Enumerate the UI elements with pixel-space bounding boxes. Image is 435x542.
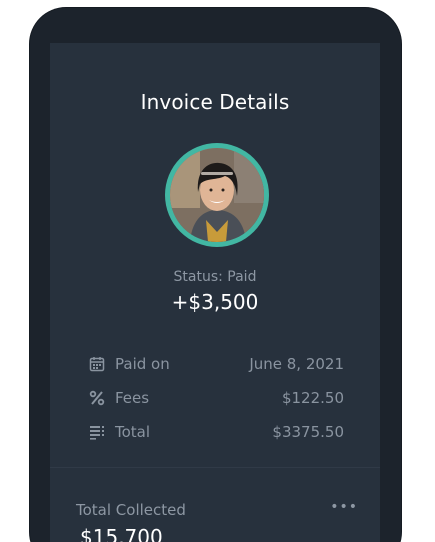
detail-row-fees: Fees $122.50 — [88, 386, 344, 410]
detail-label: Total — [115, 423, 151, 441]
avatar — [165, 143, 269, 247]
receipt-icon — [88, 423, 106, 441]
detail-row-total: Total $3375.50 — [88, 420, 344, 444]
section-divider — [50, 467, 380, 468]
percent-icon — [88, 389, 106, 407]
invoice-amount: +$3,500 — [171, 290, 259, 314]
avatar-photo — [170, 148, 264, 242]
detail-value: $3375.50 — [272, 423, 344, 441]
total-collected-label: Total Collected — [76, 501, 186, 519]
detail-value: $122.50 — [281, 389, 344, 407]
invoice-screen: Invoice Details Status: Paid +$3,500 Pai… — [50, 43, 380, 542]
status-text: Status: Paid — [173, 269, 257, 285]
page-title: Invoice Details — [140, 90, 290, 114]
detail-row-paid-on: Paid on June 8, 2021 — [88, 352, 344, 376]
detail-label: Paid on — [115, 355, 170, 373]
total-collected-value: $15,700 — [80, 525, 163, 542]
detail-value: June 8, 2021 — [249, 355, 344, 373]
calendar-icon — [88, 355, 106, 373]
more-icon[interactable]: ••• — [330, 499, 358, 515]
detail-label: Fees — [115, 389, 150, 407]
person-portrait-icon — [170, 148, 264, 242]
